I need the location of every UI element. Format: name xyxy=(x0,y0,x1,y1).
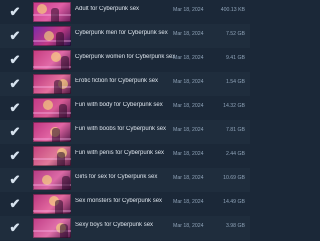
thumbnail-figure xyxy=(57,152,65,166)
item-size: 2.44 GB xyxy=(225,151,245,157)
item-date: Mar 18, 2024 xyxy=(173,7,204,13)
thumbnail-figure xyxy=(62,176,70,190)
thumbnail-figure xyxy=(59,104,67,118)
item-title[interactable]: Cyberpunk men for Cyberpunk sex xyxy=(75,30,175,36)
item-checkbox[interactable] xyxy=(8,125,22,139)
thumbnail-stripe xyxy=(33,86,71,88)
item-title[interactable]: Fun with boobs for Cyberpunk sex xyxy=(75,126,175,132)
list-item[interactable]: Girls for sex for Cyberpunk sexMar 18, 2… xyxy=(0,168,250,192)
list-item[interactable]: Adult for Cyberpunk sexMar 18, 2024 400.1… xyxy=(0,0,250,24)
item-thumbnail xyxy=(33,170,71,190)
item-title[interactable]: Adult for Cyberpunk sex xyxy=(75,6,175,12)
thumbnail-figure xyxy=(61,56,69,70)
item-checkbox[interactable] xyxy=(8,101,22,115)
item-thumbnail xyxy=(33,50,71,70)
item-size: 10.69 GB xyxy=(223,175,245,181)
item-date: Mar 18, 2024 xyxy=(173,31,204,37)
thumbnail-stripe xyxy=(33,210,71,212)
item-thumbnail xyxy=(33,122,71,142)
thumbnail-figure xyxy=(54,80,62,94)
item-thumbnail xyxy=(33,218,71,238)
item-size: 14.49 GB xyxy=(223,199,245,205)
item-date: Mar 18, 2024 xyxy=(173,199,204,205)
item-date: Mar 18, 2024 xyxy=(173,103,204,109)
item-date: Mar 18, 2024 xyxy=(173,223,204,229)
item-size: 7.81 GB xyxy=(225,127,245,133)
item-title[interactable]: Sexy boys for Cyberpunk sex xyxy=(75,222,175,228)
item-checkbox[interactable] xyxy=(8,173,22,187)
item-checkbox[interactable] xyxy=(8,5,22,19)
item-date: Mar 18, 2024 xyxy=(173,127,204,133)
list-item[interactable]: Cyberpunk men for Cyberpunk sexMar 18, 2… xyxy=(0,24,250,48)
item-title[interactable]: Erotic fiction for Cyberpunk sex xyxy=(75,78,175,84)
thumbnail-figure xyxy=(51,8,59,22)
item-title[interactable]: Fun with penis for Cyberpunk sex xyxy=(75,150,175,156)
item-checkbox[interactable] xyxy=(8,53,22,67)
thumbnail-figure xyxy=(56,32,64,46)
item-size: 400.13 KB xyxy=(220,7,245,13)
item-title[interactable]: Cyberpunk women for Cyberpunk sex xyxy=(75,54,175,60)
list-item[interactable]: Sexy boys for Cyberpunk sexMar 18, 2024 3… xyxy=(0,216,250,240)
item-date: Mar 18, 2024 xyxy=(173,151,204,157)
item-checkbox[interactable] xyxy=(8,77,22,91)
item-thumbnail xyxy=(33,98,71,118)
thumbnail-figure xyxy=(52,128,60,142)
list-item[interactable]: Cyberpunk women for Cyberpunk sexMar 18,… xyxy=(0,48,250,72)
item-size: 9.41 GB xyxy=(225,55,245,61)
list-item[interactable]: Erotic fiction for Cyberpunk sexMar 18, … xyxy=(0,72,250,96)
item-size: 7.52 GB xyxy=(225,31,245,37)
workshop-items-window: Adult for Cyberpunk sexMar 18, 2024400.1… xyxy=(0,0,250,241)
thumbnail-highlight xyxy=(51,52,61,62)
item-checkbox[interactable] xyxy=(8,149,22,163)
list-item[interactable]: Fun with penis for Cyberpunk sexMar 18, … xyxy=(0,144,250,168)
item-title[interactable]: Sex monsters for Cyberpunk sex xyxy=(75,198,175,204)
item-checkbox[interactable] xyxy=(8,197,22,211)
item-thumbnail xyxy=(33,146,71,166)
thumbnail-stripe xyxy=(33,158,71,160)
item-thumbnail xyxy=(33,194,71,214)
item-date: Mar 18, 2024 xyxy=(173,79,204,85)
thumbnail-figure xyxy=(55,200,63,214)
item-title[interactable]: Girls for sex for Cyberpunk sex xyxy=(75,174,175,180)
item-thumbnail xyxy=(33,26,71,46)
item-checkbox[interactable] xyxy=(8,221,22,235)
thumbnail-stripe xyxy=(33,40,71,42)
item-size: 1.54 GB xyxy=(225,79,245,85)
item-date: Mar 18, 2024 xyxy=(173,175,204,181)
workshop-items-list: Adult for Cyberpunk sexMar 18, 2024400.1… xyxy=(0,0,250,241)
thumbnail-highlight xyxy=(37,4,47,14)
thumbnail-highlight xyxy=(43,100,53,110)
item-date: Mar 18, 2024 xyxy=(173,55,204,61)
item-checkbox[interactable] xyxy=(8,29,22,43)
item-thumbnail xyxy=(33,74,71,94)
item-title[interactable]: Fun with body for Cyberpunk sex xyxy=(75,102,175,108)
item-thumbnail xyxy=(33,2,71,22)
list-item[interactable]: Fun with body for Cyberpunk sexMar 18, 2… xyxy=(0,96,250,120)
item-size: 3.98 GB xyxy=(225,223,245,229)
list-item[interactable]: Sex monsters for Cyberpunk sexMar 18, 20… xyxy=(0,192,250,216)
thumbnail-figure xyxy=(60,224,68,238)
list-item[interactable]: Fun with boobs for Cyberpunk sexMar 18, … xyxy=(0,120,250,144)
item-size: 14.32 GB xyxy=(223,103,245,109)
